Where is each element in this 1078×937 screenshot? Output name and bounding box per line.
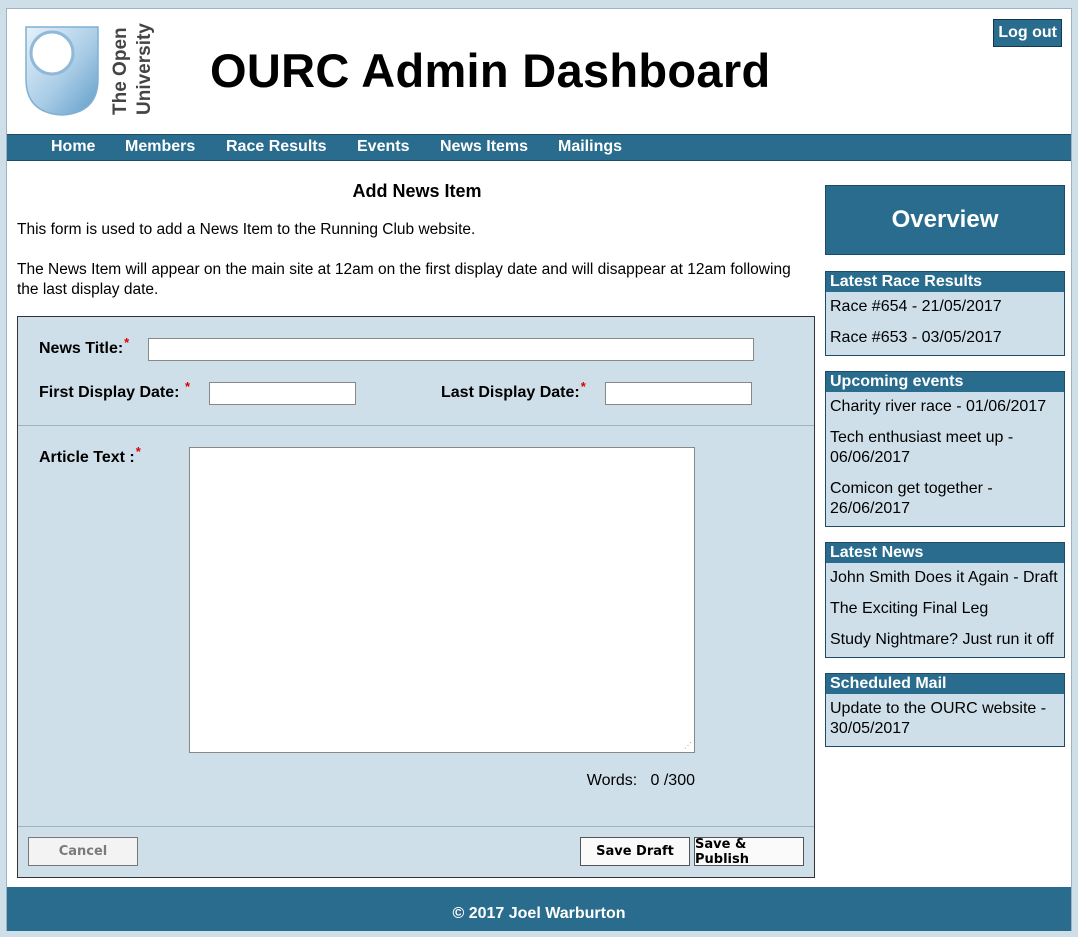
- save-publish-button[interactable]: Save & Publish: [694, 837, 804, 867]
- form-divider: [18, 826, 814, 827]
- nav-item-news-items[interactable]: News Items: [440, 138, 528, 156]
- race-result-item[interactable]: Race #653 - 03/05/2017: [826, 328, 1064, 348]
- resize-grip-icon[interactable]: ⋰: [684, 742, 692, 750]
- last-display-date-label: Last Display Date:*: [441, 379, 586, 401]
- news-title-label: News Title:*: [39, 335, 130, 357]
- news-item[interactable]: John Smith Does it Again - Draft: [826, 568, 1064, 588]
- panel-title: Latest Race Results: [826, 272, 1064, 292]
- nav-item-race-results[interactable]: Race Results: [226, 138, 327, 156]
- cancel-button[interactable]: Cancel: [28, 837, 138, 866]
- panel-title: Upcoming events: [826, 372, 1064, 392]
- svg-text:The Open: The Open: [110, 27, 131, 115]
- form-divider: [18, 425, 814, 426]
- required-marker: *: [580, 379, 586, 394]
- event-item[interactable]: Tech enthusiast meet up - 06/06/2017: [826, 428, 1064, 468]
- scheduled-mail-panel: Scheduled Mail Update to the OURC websit…: [825, 673, 1065, 747]
- news-item[interactable]: The Exciting Final Leg: [826, 599, 1064, 619]
- nav-item-events[interactable]: Events: [357, 138, 409, 156]
- latest-race-results-panel: Latest Race Results Race #654 - 21/05/20…: [825, 271, 1065, 356]
- last-display-date-input[interactable]: [605, 382, 752, 405]
- latest-news-panel: Latest News John Smith Does it Again - D…: [825, 542, 1065, 658]
- logout-button[interactable]: Log out: [993, 19, 1062, 47]
- svg-text:University: University: [134, 23, 155, 115]
- header: The Open University OURC Admin Dashboard…: [7, 9, 1071, 134]
- form-intro-2: The News Item will appear on the main si…: [17, 261, 791, 298]
- scheduled-mail-item[interactable]: Update to the OURC website - 30/05/2017: [826, 699, 1064, 739]
- race-result-item[interactable]: Race #654 - 21/05/2017: [826, 297, 1064, 317]
- form-intro-1: This form is used to add a News Item to …: [17, 221, 476, 238]
- open-university-logo: The Open University: [22, 23, 162, 117]
- panel-title: Scheduled Mail: [826, 674, 1064, 694]
- news-item-form: News Title:* First Display Date: * Last …: [17, 316, 815, 878]
- page-title: OURC Admin Dashboard: [210, 44, 771, 97]
- news-title-input[interactable]: [148, 338, 754, 361]
- nav-item-members[interactable]: Members: [125, 138, 195, 156]
- nav-item-mailings[interactable]: Mailings: [558, 138, 622, 156]
- article-text-input[interactable]: ⋰: [189, 447, 695, 753]
- form-heading: Add News Item: [352, 181, 482, 201]
- upcoming-events-panel: Upcoming events Charity river race - 01/…: [825, 371, 1065, 527]
- first-display-date-input[interactable]: [209, 382, 356, 405]
- article-text-label: Article Text :*: [39, 444, 141, 466]
- page: The Open University OURC Admin Dashboard…: [6, 8, 1072, 931]
- event-item[interactable]: Comicon get together - 26/06/2017: [826, 479, 1064, 519]
- event-item[interactable]: Charity river race - 01/06/2017: [826, 397, 1064, 417]
- required-marker: *: [184, 379, 190, 394]
- panel-title: Latest News: [826, 543, 1064, 563]
- news-item[interactable]: Study Nightmare? Just run it off: [826, 630, 1064, 650]
- footer: © 2017 Joel Warburton: [7, 887, 1071, 931]
- main-nav: Home Members Race Results Events News It…: [7, 134, 1071, 161]
- overview-heading: Overview: [825, 185, 1065, 255]
- word-count-value: 0 /300: [650, 772, 695, 789]
- nav-item-home[interactable]: Home: [51, 138, 95, 156]
- word-counter: Words: 0 /300: [586, 772, 695, 789]
- required-marker: *: [135, 444, 141, 459]
- first-display-date-label: First Display Date: *: [39, 379, 190, 401]
- save-draft-button[interactable]: Save Draft: [580, 837, 690, 866]
- required-marker: *: [124, 335, 130, 350]
